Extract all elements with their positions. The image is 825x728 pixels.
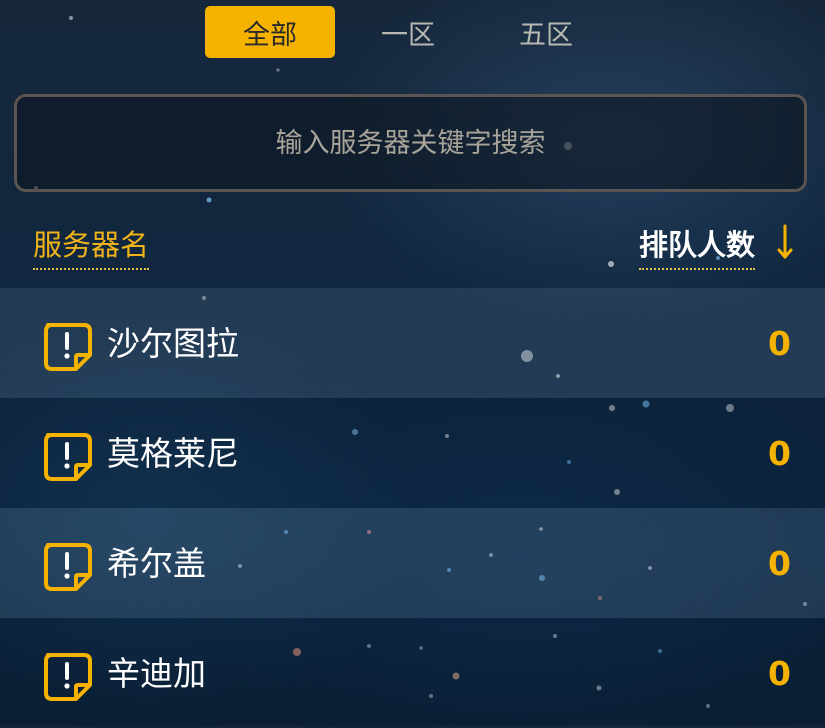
region-tabs: 全部 一区 五区 — [205, 6, 619, 58]
server-row[interactable]: 希尔盖 0 — [0, 508, 825, 618]
list-header: 服务器名 排队人数 — [0, 222, 825, 272]
server-name: 希尔盖 — [107, 544, 206, 583]
queue-count-column-header[interactable]: 排队人数 — [638, 222, 755, 270]
tab-region-1[interactable]: 一区 — [343, 6, 473, 58]
queue-count: 0 — [768, 544, 791, 583]
queue-count: 0 — [768, 434, 791, 473]
alert-note-icon — [44, 433, 92, 481]
search-box — [14, 94, 807, 192]
server-name: 莫格莱尼 — [107, 434, 239, 473]
queue-count: 0 — [768, 654, 791, 693]
server-row[interactable]: 莫格莱尼 0 — [0, 398, 825, 508]
server-name: 沙尔图拉 — [107, 324, 239, 363]
queue-count: 0 — [768, 324, 791, 363]
arrow-down-icon[interactable] — [777, 224, 793, 260]
server-name: 辛迪加 — [107, 654, 206, 693]
alert-note-icon — [44, 323, 92, 371]
server-name-column-header[interactable]: 服务器名 — [33, 222, 150, 270]
alert-note-icon — [44, 543, 92, 591]
tab-all[interactable]: 全部 — [205, 6, 335, 58]
search-input[interactable] — [17, 96, 804, 190]
server-row[interactable]: 沙尔图拉 0 — [0, 288, 825, 398]
alert-note-icon — [44, 653, 92, 701]
tab-region-5[interactable]: 五区 — [481, 6, 611, 58]
server-list: 沙尔图拉 0 莫格莱尼 0 希尔盖 0 辛迪加 0 — [0, 288, 825, 728]
server-row[interactable]: 辛迪加 0 — [0, 618, 825, 728]
